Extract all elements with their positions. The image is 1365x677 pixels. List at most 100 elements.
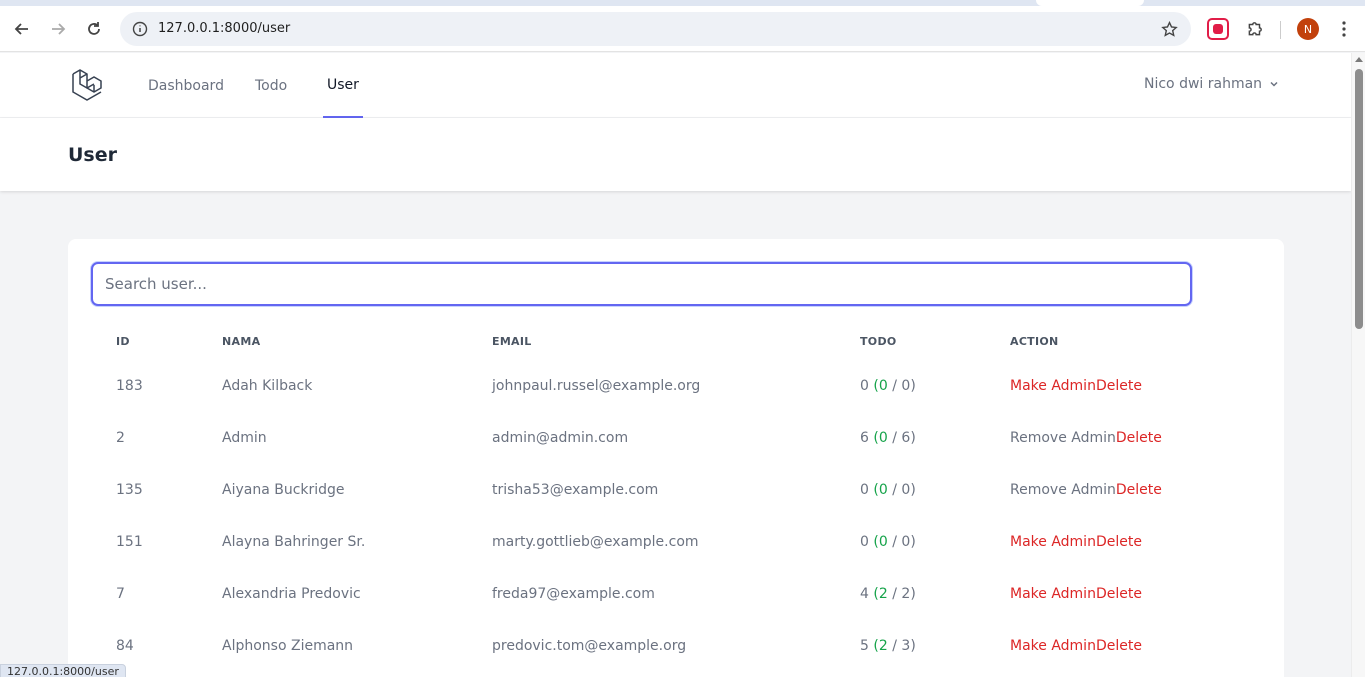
todo-slash: / <box>887 378 902 394</box>
todo-paren-open: ( <box>868 586 879 602</box>
make-admin-button[interactable]: Make Admin <box>1010 378 1096 394</box>
table-row: 2 Admin admin@admin.com 6 (0 / 6) Remove Adm… <box>68 412 1284 464</box>
cell-todo: 4 (2 / 2) <box>860 568 916 620</box>
extension-icon[interactable] <box>1207 18 1229 40</box>
cell-name: Admin <box>222 430 267 446</box>
delete-button[interactable]: Delete <box>1096 378 1142 394</box>
link-status-bar: 127.0.0.1:8000/user <box>0 664 126 677</box>
make-admin-button[interactable]: Make Admin <box>1010 638 1096 654</box>
toolbar-separator <box>1280 21 1281 39</box>
todo-done: 0 <box>878 430 888 446</box>
table-row: 7 Alexandria Predovic freda97@example.com 4… <box>68 568 1284 620</box>
browser-toolbar: 127.0.0.1:8000/user N <box>0 6 1365 52</box>
todo-all: 0 <box>901 482 911 498</box>
cell-id: 135 <box>116 482 143 498</box>
cell-action: Remove Admin Delete <box>1010 464 1162 516</box>
todo-paren-close: ) <box>910 378 916 394</box>
page-title: User <box>68 144 117 166</box>
browser-menu-icon[interactable] <box>1333 18 1355 40</box>
cell-id: 7 <box>116 586 125 602</box>
cell-name: Alayna Bahringer Sr. <box>222 534 366 550</box>
table-row: 84 Alphonso Ziemann predovic.tom@example.o… <box>68 620 1284 672</box>
todo-paren-close: ) <box>910 430 916 446</box>
laravel-logo-icon[interactable] <box>70 68 104 102</box>
todo-slash: / <box>887 482 902 498</box>
delete-button[interactable]: Delete <box>1096 638 1142 654</box>
cell-email: johnpaul.russel@example.org <box>492 378 701 394</box>
cell-todo: 5 (2 / 3) <box>860 620 916 672</box>
cell-todo: 0 (0 / 0) <box>860 516 916 568</box>
user-dropdown[interactable]: Nico dwi rahman <box>1144 53 1280 115</box>
remove-admin-button[interactable]: Remove Admin <box>1010 482 1116 498</box>
todo-paren-close: ) <box>910 534 916 550</box>
reload-icon[interactable] <box>80 15 108 43</box>
column-header-id: ID <box>116 335 130 348</box>
page-scrollbar[interactable] <box>1351 53 1365 677</box>
todo-slash: / <box>887 586 902 602</box>
app-navbar: Dashboard Todo User Nico dwi rahman <box>0 53 1351 118</box>
user-table-card: ID NAMA EMAIL TODO ACTION 183 Adah Kilbac… <box>68 239 1284 677</box>
search-input[interactable] <box>91 262 1192 306</box>
todo-total: 5 <box>860 638 869 654</box>
todo-slash: / <box>887 534 902 550</box>
todo-done: 0 <box>878 482 888 498</box>
nav-user[interactable]: User <box>323 53 363 118</box>
delete-button[interactable]: Delete <box>1116 430 1162 446</box>
user-name: Nico dwi rahman <box>1144 76 1263 92</box>
cell-action: Make Admin Delete <box>1010 568 1142 620</box>
table-row: 183 Adah Kilback johnpaul.russel@example.o… <box>68 360 1284 412</box>
delete-button[interactable]: Delete <box>1116 482 1162 498</box>
cell-email: trisha53@example.com <box>492 482 659 498</box>
cell-name: Aiyana Buckridge <box>222 482 345 498</box>
todo-paren-close: ) <box>910 482 916 498</box>
todo-all: 0 <box>901 534 911 550</box>
nav-dashboard[interactable]: Dashboard <box>148 53 224 118</box>
bookmark-star-icon[interactable] <box>1159 19 1179 39</box>
scroll-up-icon[interactable] <box>1355 57 1363 62</box>
table-row: 151 Alayna Bahringer Sr. marty.gottlieb@ex… <box>68 516 1284 568</box>
column-header-email: EMAIL <box>492 335 532 348</box>
delete-button[interactable]: Delete <box>1096 534 1142 550</box>
cell-todo: 0 (0 / 0) <box>860 464 916 516</box>
todo-total: 0 <box>860 378 869 394</box>
todo-all: 6 <box>901 430 911 446</box>
make-admin-button[interactable]: Make Admin <box>1010 586 1096 602</box>
todo-all: 2 <box>901 586 911 602</box>
scrollbar-thumb[interactable] <box>1355 69 1363 329</box>
address-bar[interactable]: 127.0.0.1:8000/user <box>120 12 1191 46</box>
cell-action: Make Admin Delete <box>1010 360 1142 412</box>
make-admin-button[interactable]: Make Admin <box>1010 534 1096 550</box>
todo-slash: / <box>887 638 902 654</box>
todo-paren-open: ( <box>868 430 879 446</box>
todo-slash: / <box>887 430 902 446</box>
cell-email: freda97@example.com <box>492 586 655 602</box>
todo-done: 0 <box>878 534 888 550</box>
cell-action: Make Admin Delete <box>1010 620 1142 672</box>
cell-id: 2 <box>116 430 125 446</box>
cell-id: 151 <box>116 534 143 550</box>
cell-todo: 0 (0 / 0) <box>860 360 916 412</box>
cell-name: Adah Kilback <box>222 378 313 394</box>
nav-todo[interactable]: Todo <box>255 53 287 118</box>
address-url[interactable]: 127.0.0.1:8000/user <box>158 21 290 36</box>
forward-icon[interactable] <box>44 15 72 43</box>
delete-button[interactable]: Delete <box>1096 586 1142 602</box>
todo-done: 2 <box>878 638 888 654</box>
page-header: User <box>0 118 1351 191</box>
todo-paren-close: ) <box>910 586 916 602</box>
remove-admin-button[interactable]: Remove Admin <box>1010 430 1116 446</box>
todo-paren-close: ) <box>910 638 916 654</box>
todo-paren-open: ( <box>868 482 879 498</box>
extensions-puzzle-icon[interactable] <box>1241 15 1269 43</box>
profile-avatar[interactable]: N <box>1297 18 1319 40</box>
site-info-icon[interactable] <box>130 19 150 39</box>
todo-total: 4 <box>860 586 869 602</box>
back-icon[interactable] <box>8 15 36 43</box>
column-header-nama: NAMA <box>222 335 261 348</box>
todo-total: 6 <box>860 430 869 446</box>
cell-action: Make Admin Delete <box>1010 516 1142 568</box>
cell-email: admin@admin.com <box>492 430 629 446</box>
column-header-todo: TODO <box>860 335 897 348</box>
todo-total: 0 <box>860 482 869 498</box>
todo-paren-open: ( <box>868 638 879 654</box>
